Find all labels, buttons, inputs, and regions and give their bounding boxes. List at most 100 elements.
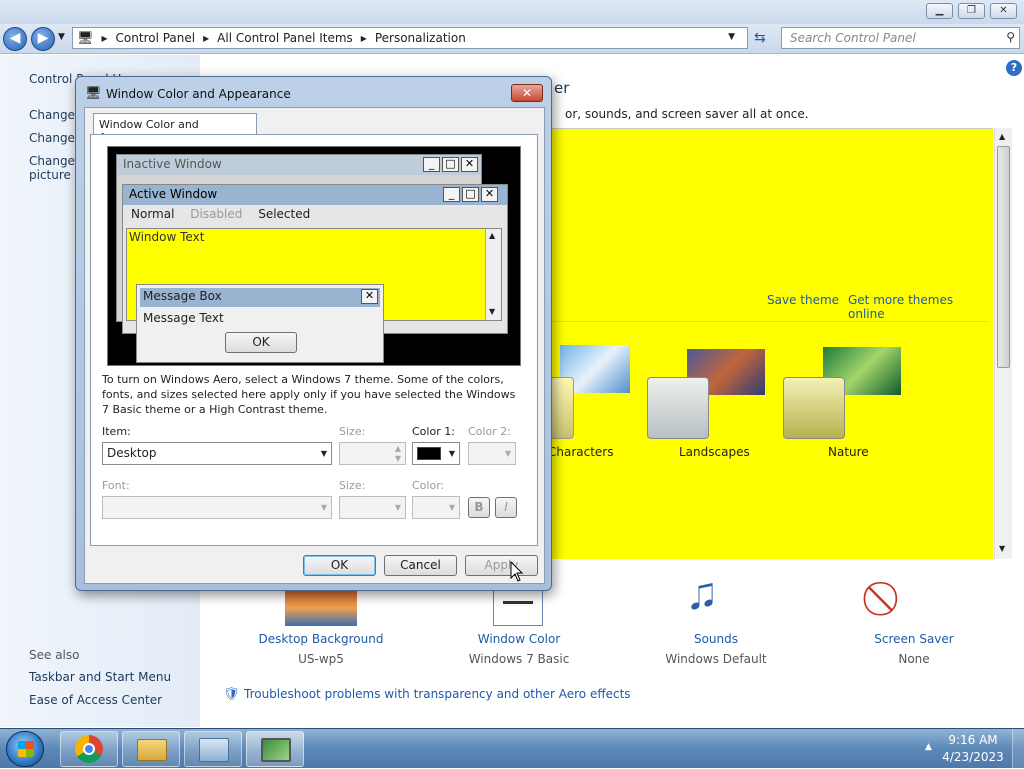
refresh-icon[interactable]: ⇆ [754,30,766,46]
preview-menu: Normal Disabled Selected [131,207,310,221]
restore-button[interactable]: ❐ [958,3,985,19]
minimize-button[interactable]: ▁ [926,3,953,19]
scroll-down-icon[interactable]: ▼ [999,544,1005,553]
address-toolbar: ◀ ▶ ▼ 🖥 ▸ Control Panel ▸ All Control Pa… [0,24,1024,54]
scroll-thumb[interactable] [997,146,1010,368]
clock-time[interactable]: 9:16 AM [940,733,1006,747]
clock-date[interactable]: 4/23/2023 [940,750,1006,764]
color1-picker[interactable]: ▼ [412,442,460,465]
search-icon[interactable]: ⚲ [1006,30,1015,44]
desktop-background-value: US-wp5 [298,652,344,666]
minimize-icon: _ [443,187,460,202]
window-titlebar: ▁ ❐ ✕ [0,0,1024,24]
dropdown-arrow-icon: ▼ [394,503,401,512]
breadcrumb-item[interactable]: All Control Panel Items [217,31,353,45]
font-select[interactable]: ▼ [102,496,332,519]
item-label: Item: [102,425,131,438]
address-dropdown-icon[interactable]: ▼ [728,32,735,42]
theme-characters[interactable] [550,341,630,441]
dropdown-arrow-icon: ▼ [448,503,455,512]
back-button[interactable]: ◀ [3,27,27,51]
show-desktop-button[interactable] [1012,729,1024,769]
taskbar-start-menu-link[interactable]: Taskbar and Start Menu [29,670,171,684]
tab-window-color[interactable]: Window Color and Appearance [93,113,257,144]
ease-of-access-link[interactable]: Ease of Access Center [29,693,162,707]
close-icon: ✕ [481,187,498,202]
color1-swatch [417,447,441,460]
font-color-label: Color: [412,479,445,492]
get-more-themes-link[interactable]: Get more themes online [848,293,993,321]
menu-normal: Normal [131,207,175,221]
close-button[interactable]: ✕ [990,3,1017,19]
theme-thumbnail [647,377,709,439]
forward-button[interactable]: ▶ [31,27,55,51]
message-box-title: Message Box [140,288,380,307]
taskbar-window-color-dialog[interactable] [246,731,304,767]
breadcrumb[interactable]: 🖥 ▸ Control Panel ▸ All Control Panel It… [72,27,748,49]
theme-nature[interactable] [783,341,903,441]
ok-button[interactable]: OK [303,555,376,576]
show-hidden-icons-icon[interactable]: ▲ [925,742,932,752]
bold-button[interactable]: B [468,497,490,518]
font-color-picker[interactable]: ▼ [412,496,460,519]
item-select-value: Desktop [107,446,157,460]
font-size-label: Size: [339,479,366,492]
scroll-down-icon: ▼ [489,307,496,316]
dropdown-arrow-icon: ▼ [504,449,511,458]
desktop-background-icon[interactable] [285,590,357,626]
dialog-close-button[interactable]: ✕ [511,84,543,102]
theme-list[interactable]: Save theme Get more themes online Charac… [545,128,993,559]
sounds-icon[interactable]: 🎜 [690,578,715,618]
dialog-title: Window Color and Appearance [106,87,291,101]
apply-button[interactable]: Apply [465,555,538,576]
recent-pages-dropdown-icon[interactable]: ▼ [58,32,65,42]
window-text: Window Text [129,230,205,244]
theme-list-scrollbar[interactable]: ▲ ▼ [994,128,1012,559]
taskbar-chrome[interactable] [60,731,118,767]
theme-label: Characters [548,445,614,459]
start-button[interactable] [6,731,44,767]
dropdown-arrow-icon: ▼ [448,449,455,458]
item-select[interactable]: Desktop ▼ [102,442,332,465]
window-color-icon[interactable] [493,590,543,626]
taskbar-explorer[interactable] [122,731,180,767]
screen-saver-value: None [898,652,930,666]
breadcrumb-item[interactable]: Personalization [375,31,466,45]
breadcrumb-separator-icon: ▸ [360,31,367,45]
aero-info-text: To turn on Windows Aero, select a Window… [102,373,516,416]
size-spinner[interactable]: ▲ ▼ [339,442,406,465]
screen-saver-link[interactable]: Screen Saver [834,632,994,646]
chrome-icon-center [83,743,95,755]
theme-landscapes[interactable] [647,341,767,441]
color2-picker[interactable]: ▼ [468,442,516,465]
menu-disabled: Disabled [190,207,243,221]
appearance-preview[interactable]: Inactive Window _ □ ✕ Active Window _ □ … [107,146,521,366]
scroll-up-icon[interactable]: ▲ [999,132,1005,141]
size-label: Size: [339,425,366,438]
theme-thumbnail [550,377,574,439]
color2-label: Color 2: [468,425,511,438]
sounds-value: Windows Default [665,652,767,666]
save-theme-link[interactable]: Save theme [767,293,839,307]
search-input[interactable]: Search Control Panel ⚲ [781,27,1020,49]
font-size-select[interactable]: ▼ [339,496,406,519]
spin-up-icon: ▲ [394,444,401,453]
font-label: Font: [102,479,130,492]
chrome-icon [75,735,103,763]
desktop-background-link[interactable]: Desktop Background [241,632,401,646]
taskbar-control-panel[interactable] [184,731,242,767]
italic-button[interactable]: I [495,497,517,518]
search-placeholder: Search Control Panel [790,31,916,45]
troubleshoot-link[interactable]: Troubleshoot problems with transparency … [244,687,631,701]
sounds-link[interactable]: Sounds [636,632,796,646]
tab-panel: Inactive Window _ □ ✕ Active Window _ □ … [90,134,538,546]
minimize-icon: _ [423,157,440,172]
cancel-button[interactable]: Cancel [384,555,457,576]
dialog-app-icon: 🖥 [85,86,102,101]
folder-icon [137,739,167,761]
dropdown-arrow-icon: ▼ [320,503,327,512]
menu-selected: Selected [258,207,311,221]
window-color-link[interactable]: Window Color [439,632,599,646]
help-icon[interactable]: ? [1006,60,1022,76]
breadcrumb-item[interactable]: Control Panel [116,31,196,45]
